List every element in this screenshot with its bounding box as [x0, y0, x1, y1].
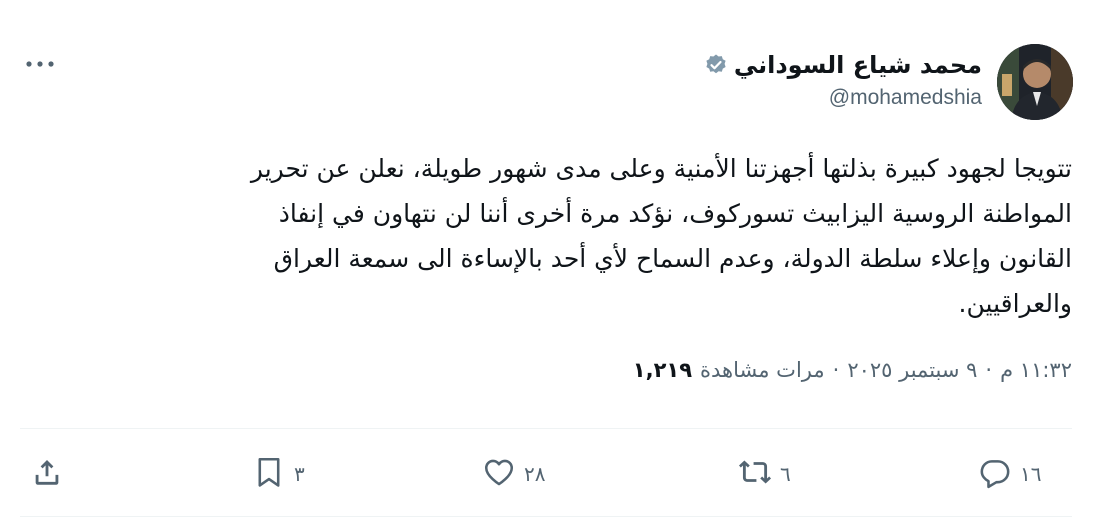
tweet-text: تتويجا لجهود كبيرة بذلتها أجهزتنا الأمني… — [250, 154, 1072, 318]
author-name-row: محمد شياع السوداني — [704, 50, 982, 80]
divider — [20, 428, 1072, 429]
repost-icon — [738, 455, 772, 494]
views-count: ١,٢١٩ — [632, 358, 693, 382]
share-button[interactable] — [30, 448, 64, 500]
author-info: محمد شياع السوداني @mohamedshia — [704, 50, 982, 110]
divider — [20, 516, 1072, 517]
heart-icon — [482, 455, 516, 494]
action-bar: ٣ ٢٨ ٦ ١٦ — [20, 448, 1070, 500]
avatar[interactable] — [997, 44, 1073, 120]
bookmark-icon — [252, 455, 286, 494]
verified-badge-icon[interactable] — [704, 53, 728, 77]
repost-button[interactable]: ٦ — [738, 448, 791, 500]
bookmark-button[interactable]: ٣ — [252, 448, 305, 500]
reply-count: ١٦ — [1020, 462, 1042, 486]
more-options-icon[interactable] — [22, 52, 58, 76]
like-button[interactable]: ٢٨ — [482, 448, 545, 500]
views-label: مرات مشاهدة — [700, 358, 825, 382]
repost-count: ٦ — [780, 462, 791, 486]
tweet-time[interactable]: ١١:٣٢ م — [1000, 358, 1072, 382]
tweet-date[interactable]: ٩ سبتمبر ٢٠٢٥ — [847, 358, 977, 382]
bookmark-count: ٣ — [294, 462, 305, 486]
meta-separator: · — [985, 358, 993, 382]
tweet-meta: ١١:٣٢ م · ٩ سبتمبر ٢٠٢٥ · مرات مشاهدة ١,… — [633, 358, 1072, 382]
share-icon — [30, 455, 64, 494]
author-handle[interactable]: @mohamedshia — [704, 86, 982, 110]
reply-icon — [978, 455, 1012, 494]
like-count: ٢٨ — [524, 462, 546, 486]
meta-separator: · — [832, 358, 840, 382]
tweet-card: محمد شياع السوداني @mohamedshia تتويجا ل… — [0, 0, 1100, 522]
reply-button[interactable]: ١٦ — [978, 448, 1041, 500]
author-name[interactable]: محمد شياع السوداني — [734, 50, 982, 80]
